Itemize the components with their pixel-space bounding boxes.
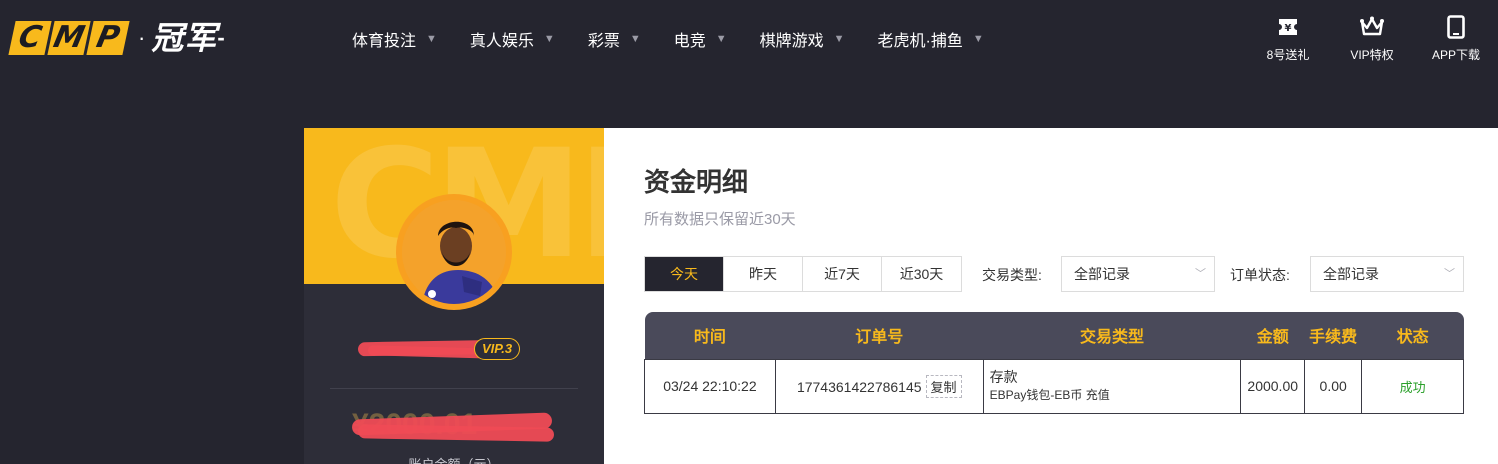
chevron-down-icon: ﹀ xyxy=(1444,268,1455,280)
phone-icon xyxy=(1447,14,1465,40)
order-number: 1774361422786145 xyxy=(796,378,922,395)
status-success: 成功 xyxy=(1399,379,1426,395)
transactions-table: 时间 订单号 交易类型 金额 手续费 状态 03/24 22:10:22 177… xyxy=(644,312,1464,414)
nav-item-sports[interactable]: 体育投注 ▼ xyxy=(352,27,437,51)
username-redacted xyxy=(357,338,558,360)
logo-dot: · xyxy=(138,25,146,50)
logo-letter-m: M xyxy=(47,20,91,55)
page-title: 资金明细 xyxy=(644,167,749,197)
svg-text:¥: ¥ xyxy=(1285,23,1292,34)
col-status: 状态 xyxy=(1361,312,1464,359)
copy-button[interactable]: 复制 xyxy=(925,374,962,398)
nav-item-label: 老虎机·捕鱼 xyxy=(877,33,963,50)
order-status-value: 全部记录 xyxy=(1323,266,1379,282)
cell-order-no: 1774361422786145 复制 xyxy=(774,358,984,414)
vip-privileges-button[interactable]: VIP特权 xyxy=(1330,14,1414,63)
tab-last-30-days[interactable]: 近30天 xyxy=(882,257,961,291)
avatar-image xyxy=(402,200,506,304)
top-icon-bar: ¥ 8号送礼 VIP特权 APP下载 xyxy=(1246,14,1498,63)
col-fee: 手续费 xyxy=(1304,312,1362,359)
cell-status: 成功 xyxy=(1361,358,1464,414)
fund-details-panel: 资金明细 所有数据只保留近30天 今天 昨天 近7天 近30天 交易类型: 全部… xyxy=(604,128,1498,464)
col-amount: 金额 xyxy=(1240,312,1305,359)
gift-label: 8号送礼 xyxy=(1266,48,1310,62)
logo-chinese-name: 冠军 xyxy=(151,19,218,57)
chevron-down-icon: ▼ xyxy=(629,33,641,45)
gift-button[interactable]: ¥ 8号送礼 xyxy=(1246,14,1330,63)
user-card: CMP VIP.3 ¥2000.01 账户余额（元） xyxy=(304,128,604,464)
vip-level-badge: VIP.3 xyxy=(474,338,521,360)
table-row: 03/24 22:10:22 1774361422786145 复制 存款 EBP… xyxy=(644,358,1464,414)
nav-item-label: 真人娱乐 xyxy=(469,33,534,50)
date-range-tabs: 今天 昨天 近7天 近30天 xyxy=(644,256,962,292)
app-download-button[interactable]: APP下载 xyxy=(1414,14,1498,63)
nav-item-esports[interactable]: 电竞 ▼ xyxy=(674,27,727,51)
transaction-type-label: 交易类型: xyxy=(982,267,1042,283)
logo-letter-p: P xyxy=(86,20,130,55)
transaction-type-value: 全部记录 xyxy=(1074,266,1130,282)
col-order-no: 订单号 xyxy=(775,312,984,359)
transaction-type-select[interactable]: 全部记录 ﹀ xyxy=(1061,256,1215,292)
logo-letter-c: C xyxy=(8,20,52,55)
nav-item-card-games[interactable]: 棋牌游戏 ▼ xyxy=(760,27,845,51)
col-time: 时间 xyxy=(644,312,776,359)
balance-amount: ¥2000.01 xyxy=(351,408,562,446)
site-logo[interactable]: C M P · 冠军 - xyxy=(8,19,225,57)
cell-amount: 2000.00 xyxy=(1240,358,1306,414)
order-status-label: 订单状态: xyxy=(1230,267,1290,283)
chevron-down-icon: ▼ xyxy=(543,33,555,45)
crown-icon xyxy=(1359,14,1385,40)
transaction-type-main: 存款 xyxy=(989,369,1018,385)
cell-transaction-type: 存款 EBPay钱包-EB币 充值 xyxy=(982,358,1242,414)
ticket-icon: ¥ xyxy=(1277,14,1299,40)
chevron-down-icon: ▼ xyxy=(972,33,984,45)
avatar[interactable] xyxy=(396,194,512,310)
chevron-down-icon: ▼ xyxy=(715,33,727,45)
chevron-down-icon: ▼ xyxy=(426,33,437,45)
chevron-down-icon: ▼ xyxy=(833,33,845,45)
logo-letters: C M P xyxy=(8,20,130,55)
vip-label: VIP特权 xyxy=(1350,48,1394,62)
tab-yesterday[interactable]: 昨天 xyxy=(724,257,803,291)
nav-item-label: 电竞 xyxy=(673,33,706,50)
card-divider xyxy=(330,388,578,389)
balance-label: 账户余额（元） xyxy=(304,454,604,464)
nav-item-lottery[interactable]: 彩票 ▼ xyxy=(588,27,641,51)
tab-last-7-days[interactable]: 近7天 xyxy=(803,257,882,291)
nav-item-label: 体育投注 xyxy=(352,33,417,50)
nav-item-label: 棋牌游戏 xyxy=(759,33,824,50)
logo-tail: - xyxy=(217,25,225,50)
table-header-row: 时间 订单号 交易类型 金额 手续费 状态 xyxy=(644,312,1464,359)
app-download-label: APP下载 xyxy=(1431,48,1480,62)
retention-note: 所有数据只保留近30天 xyxy=(644,211,796,228)
nav-item-label: 彩票 xyxy=(587,33,620,50)
chevron-down-icon: ﹀ xyxy=(1195,268,1206,280)
nav-item-slots-fishing[interactable]: 老虎机·捕鱼 ▼ xyxy=(878,27,984,51)
col-transaction-type: 交易类型 xyxy=(983,312,1241,359)
nav-item-live-casino[interactable]: 真人娱乐 ▼ xyxy=(470,27,555,51)
main-nav: 体育投注 ▼ 真人娱乐 ▼ 彩票 ▼ 电竞 ▼ 棋牌游戏 ▼ 老虎机·捕鱼 ▼ xyxy=(352,27,984,51)
tab-today[interactable]: 今天 xyxy=(645,257,724,291)
order-status-select[interactable]: 全部记录 ﹀ xyxy=(1310,256,1464,292)
cell-fee: 0.00 xyxy=(1304,358,1363,414)
top-header: C M P · 冠军 - 体育投注 ▼ 真人娱乐 ▼ 彩票 ▼ 电竞 ▼ 棋牌游戏 ▼ 老… xyxy=(0,0,1498,78)
cell-time: 03/24 22:10:22 xyxy=(644,358,776,414)
transaction-type-detail: EBPay钱包-EB币 充值 xyxy=(989,388,1110,402)
